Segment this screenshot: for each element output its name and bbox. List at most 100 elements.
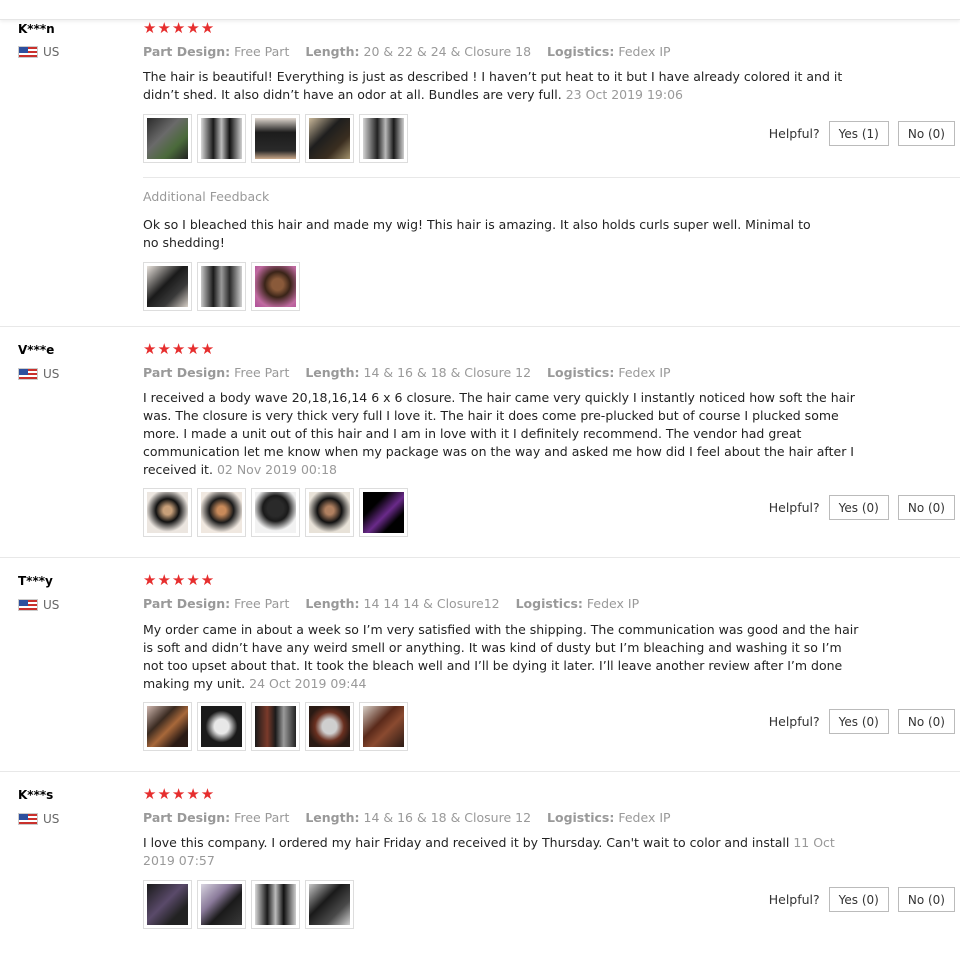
helpful-no-button[interactable]: No (0) [897,709,955,734]
review-text: I love this company. I ordered my hair F… [143,834,863,870]
attr-label: Part Design: [143,596,231,611]
attr-value: 20 & 22 & 24 & Closure 18 [363,44,532,59]
attr-label: Length: [305,44,360,59]
sku-attributes: Part Design: Free Part Length: 14 & 16 &… [143,365,671,380]
review-divider [0,557,960,558]
review-photo[interactable] [305,880,354,929]
review-photo[interactable] [197,262,246,311]
review-photo[interactable] [197,488,246,537]
review-divider [0,326,960,327]
review-photo[interactable] [305,702,354,751]
additional-feedback-text: Ok so I bleached this hair and made my w… [143,217,811,250]
review-photo[interactable] [359,488,408,537]
review-photo[interactable] [305,488,354,537]
attr-value: Free Part [234,596,290,611]
helpful-yes-button[interactable]: Yes (0) [828,887,889,912]
attr-label: Length: [305,596,360,611]
star-rating: ★★★★★ [143,19,216,37]
helpful-label: Helpful? [768,892,820,907]
review-body: The hair is beautiful! Everything is jus… [143,69,843,102]
review-text: My order came in about a week so I’m ver… [143,621,863,693]
review-photo[interactable] [251,262,300,311]
reviewer-country: US [18,598,59,612]
star-rating: ★★★★★ [143,340,216,358]
review-date: 02 Nov 2019 00:18 [216,462,337,477]
review-photo[interactable] [143,262,192,311]
review-photo[interactable] [197,114,246,163]
us-flag-icon [18,813,38,825]
attr-value: 14 & 16 & 18 & Closure 12 [363,810,532,825]
review-text: I received a body wave 20,18,16,14 6 x 6… [143,389,863,479]
review-photo[interactable] [251,702,300,751]
additional-photos [143,262,300,311]
attr-value: Free Part [234,44,290,59]
review-photo[interactable] [197,702,246,751]
helpful-label: Helpful? [768,714,820,729]
helpful-yes-button[interactable]: Yes (0) [828,495,889,520]
review-photo[interactable] [143,880,192,929]
review-photo[interactable] [143,114,192,163]
review-photos [143,702,408,751]
country-label: US [43,598,60,612]
helpful-no-button[interactable]: No (0) [897,121,955,146]
divider [143,177,960,178]
review-photos [143,488,408,537]
review-photo[interactable] [305,114,354,163]
helpful-no-button[interactable]: No (0) [897,495,955,520]
helpful-section: Helpful? Yes (1) No (0) [769,121,955,146]
review-photo[interactable] [197,880,246,929]
review-photo[interactable] [251,880,300,929]
review-photo[interactable] [251,488,300,537]
review-date: 24 Oct 2019 09:44 [249,676,367,691]
review-photos [143,114,408,163]
attr-label: Logistics: [547,365,615,380]
star-rating: ★★★★★ [143,571,216,589]
reviewer-name: K***n [18,22,55,36]
attr-label: Logistics: [547,44,615,59]
review-photo[interactable] [251,114,300,163]
attr-value: Free Part [234,365,290,380]
review-photo[interactable] [359,702,408,751]
reviewer-country: US [18,367,59,381]
attr-label: Length: [305,365,360,380]
attr-value: 14 & 16 & 18 & Closure 12 [363,365,532,380]
attr-value: Free Part [234,810,290,825]
review-divider [0,771,960,772]
review-date: 23 Oct 2019 19:06 [565,87,684,102]
review-photos [143,880,354,929]
additional-feedback-title: Additional Feedback [143,189,270,204]
helpful-yes-button[interactable]: Yes (1) [828,121,889,146]
helpful-yes-button[interactable]: Yes (0) [828,709,889,734]
attr-value: Fedex IP [618,44,671,59]
reviewer-name: K***s [18,788,54,802]
attr-value: Fedex IP [618,810,671,825]
review-photo[interactable] [143,488,192,537]
reviewer-name: V***e [18,343,55,357]
attr-value: Fedex IP [618,365,671,380]
sku-attributes: Part Design: Free Part Length: 14 14 14 … [143,596,639,611]
review-photo[interactable] [143,702,192,751]
attr-label: Part Design: [143,810,231,825]
us-flag-icon [18,599,38,611]
sku-attributes: Part Design: Free Part Length: 20 & 22 &… [143,44,671,59]
helpful-label: Helpful? [768,126,820,141]
top-bar [0,0,960,20]
country-label: US [43,367,60,381]
helpful-label: Helpful? [768,500,820,515]
country-label: US [43,45,60,59]
review-body: I love this company. I ordered my hair F… [143,835,790,850]
helpful-section: Helpful? Yes (0) No (0) [769,495,955,520]
review-text: The hair is beautiful! Everything is jus… [143,68,863,104]
reviewer-country: US [18,812,59,826]
us-flag-icon [18,46,38,58]
attr-label: Length: [305,810,360,825]
attr-label: Logistics: [547,810,615,825]
attr-value: 14 14 14 & Closure12 [363,596,500,611]
review-photo[interactable] [359,114,408,163]
helpful-no-button[interactable]: No (0) [897,887,955,912]
attr-label: Part Design: [143,365,231,380]
sku-attributes: Part Design: Free Part Length: 14 & 16 &… [143,810,671,825]
attr-value: Fedex IP [586,596,640,611]
helpful-section: Helpful? Yes (0) No (0) [769,709,955,734]
us-flag-icon [18,368,38,380]
